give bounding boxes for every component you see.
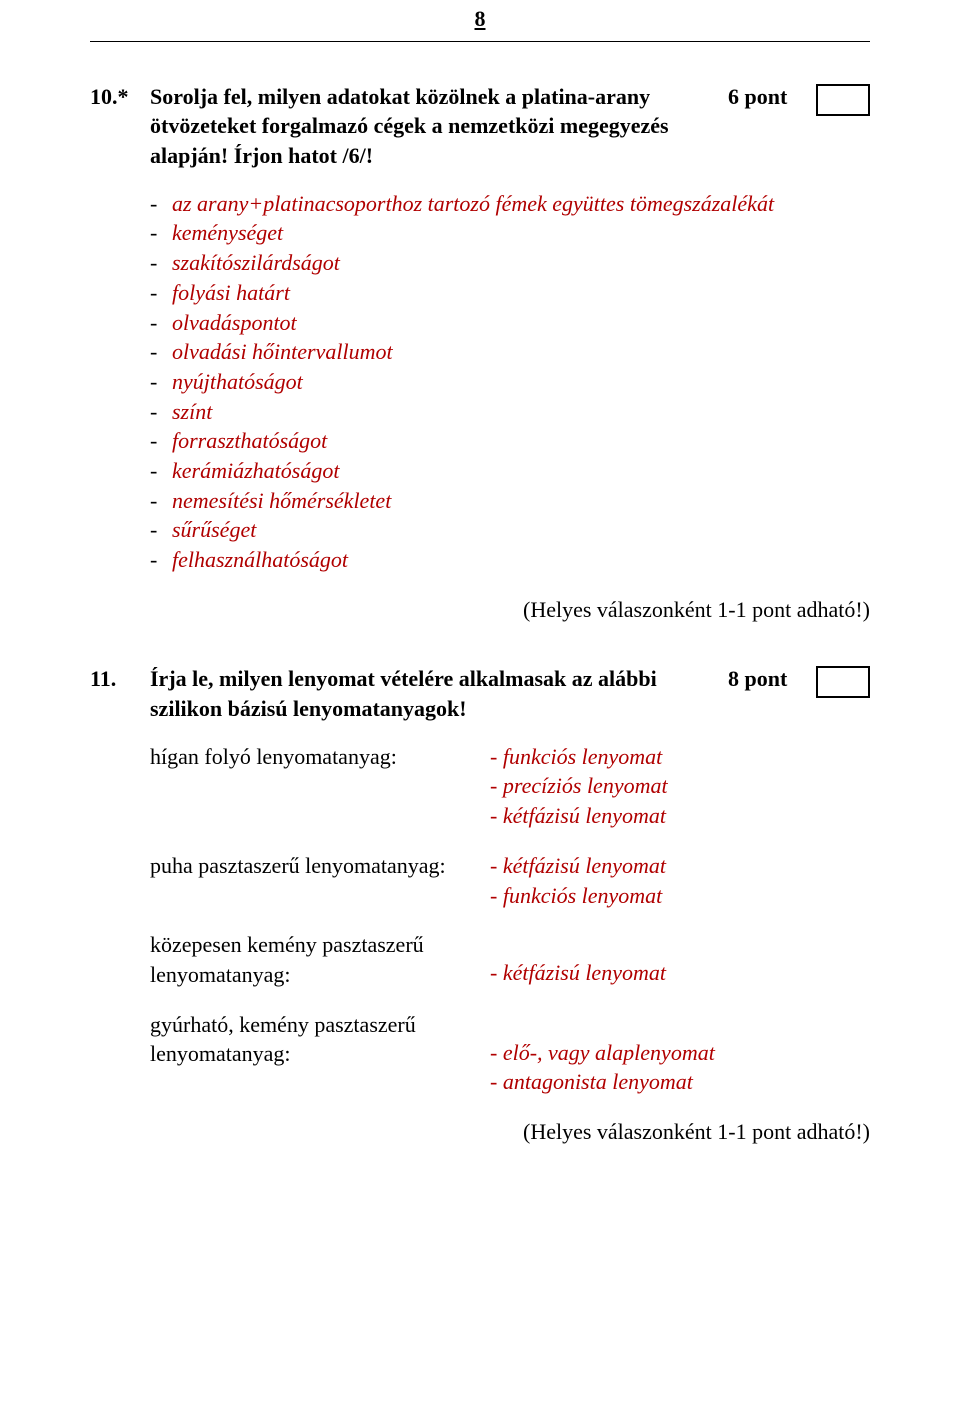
q10-answer-item: színt xyxy=(150,397,870,427)
q11-pair-value: - funkciós lenyomat xyxy=(490,881,666,911)
q11-text-line1: Írja le, milyen lenyomat vételére alkalm… xyxy=(150,666,657,691)
q11-pair-label: puha pasztaszerű lenyomatanyag: xyxy=(150,851,490,881)
q11-pair-label: közepesen kemény pasztaszerű lenyomatany… xyxy=(150,930,490,989)
q11-pair-value: - kétfázisú lenyomat xyxy=(490,851,666,881)
q11-pair-label: hígan folyó lenyomatanyag: xyxy=(150,742,490,772)
q11-text: Írja le, milyen lenyomat vételére alkalm… xyxy=(150,664,718,723)
q11-pair-values: - kétfázisú lenyomat - funkciós lenyomat xyxy=(490,851,666,910)
q10-answers-list: az arany+platinacsoporthoz tartozó fémek… xyxy=(150,189,870,575)
q10-answer-item: nemesítési hőmérsékletet xyxy=(150,486,870,516)
q10-answer-item: szakítószilárdságot xyxy=(150,248,870,278)
q10-answer-item: folyási határt xyxy=(150,278,870,308)
question-10: 10.* Sorolja fel, milyen adatokat közöln… xyxy=(90,82,870,625)
q11-pair-label-line1: gyúrható, kemény pasztaszerű xyxy=(150,1012,416,1037)
q11-pair-value: - kétfázisú lenyomat xyxy=(490,958,666,988)
q11-score-box[interactable] xyxy=(816,666,870,698)
q11-answer-pairs: hígan folyó lenyomatanyag: - funkciós le… xyxy=(150,742,870,1097)
q10-text-line2: ötvözeteket forgalmazó cégek a nemzetköz… xyxy=(150,113,669,138)
question-11-header: 11. Írja le, milyen lenyomat vételére al… xyxy=(90,664,870,723)
question-10-header: 10.* Sorolja fel, milyen adatokat közöln… xyxy=(90,82,870,171)
q11-pair-value: - elő-, vagy alaplenyomat xyxy=(490,1038,715,1068)
q11-pair-value: - precíziós lenyomat xyxy=(490,771,668,801)
q10-answer-item: nyújthatóságot xyxy=(150,367,870,397)
q11-points: 8 pont xyxy=(718,664,808,694)
q10-answer-item: forraszthatóságot xyxy=(150,426,870,456)
q10-answer-item: keménységet xyxy=(150,218,870,248)
header-rule xyxy=(90,41,870,42)
q10-answer-item: felhasználhatóságot xyxy=(150,545,870,575)
q11-number: 11. xyxy=(90,664,150,694)
q10-answer-item: az arany+platinacsoporthoz tartozó fémek… xyxy=(150,189,870,219)
q11-pair-label-line2: lenyomatanyag: xyxy=(150,962,291,987)
q11-pair-row: puha pasztaszerű lenyomatanyag: - kétfáz… xyxy=(150,851,870,910)
q11-pair-value: - antagonista lenyomat xyxy=(490,1067,715,1097)
q10-answer-item: olvadási hőintervallumot xyxy=(150,337,870,367)
q10-answer-item: olvadáspontot xyxy=(150,308,870,338)
q10-score-box[interactable] xyxy=(816,84,870,116)
page-number: 8 xyxy=(90,0,870,36)
q10-text-line1: Sorolja fel, milyen adatokat közölnek a … xyxy=(150,84,650,109)
page: 8 10.* Sorolja fel, milyen adatokat közö… xyxy=(0,0,960,1405)
q11-pair-row: közepesen kemény pasztaszerű lenyomatany… xyxy=(150,930,870,989)
q11-pair-value: - kétfázisú lenyomat xyxy=(490,801,668,831)
q11-pair-label-line1: közepesen kemény pasztaszerű xyxy=(150,932,424,957)
q10-text-line3: alapján! Írjon hatot /6/! xyxy=(150,143,373,168)
question-11: 11. Írja le, milyen lenyomat vételére al… xyxy=(90,664,870,1146)
q10-answer-item: sűrűséget xyxy=(150,515,870,545)
q10-scoring-note: (Helyes válaszonként 1-1 pont adható!) xyxy=(90,595,870,625)
q10-answers: az arany+platinacsoporthoz tartozó fémek… xyxy=(150,189,870,575)
q11-pair-label-line2: lenyomatanyag: xyxy=(150,1041,291,1066)
q11-pair-value: - funkciós lenyomat xyxy=(490,742,668,772)
q11-pair-row: hígan folyó lenyomatanyag: - funkciós le… xyxy=(150,742,870,831)
q11-text-line2: szilikon bázisú lenyomatanyagok! xyxy=(150,696,467,721)
q11-pair-label: gyúrható, kemény pasztaszerű lenyomatany… xyxy=(150,1010,490,1069)
q11-pair-values: - kétfázisú lenyomat xyxy=(490,930,666,988)
q10-number: 10.* xyxy=(90,82,150,112)
q11-pair-row: gyúrható, kemény pasztaszerű lenyomatany… xyxy=(150,1010,870,1097)
q11-pair-values: - elő-, vagy alaplenyomat - antagonista … xyxy=(490,1010,715,1097)
q11-pair-values: - funkciós lenyomat - precíziós lenyomat… xyxy=(490,742,668,831)
q11-scoring-note: (Helyes válaszonként 1-1 pont adható!) xyxy=(90,1117,870,1147)
q10-answer-item: kerámiázhatóságot xyxy=(150,456,870,486)
q10-text: Sorolja fel, milyen adatokat közölnek a … xyxy=(150,82,718,171)
q10-points: 6 pont xyxy=(718,82,808,112)
